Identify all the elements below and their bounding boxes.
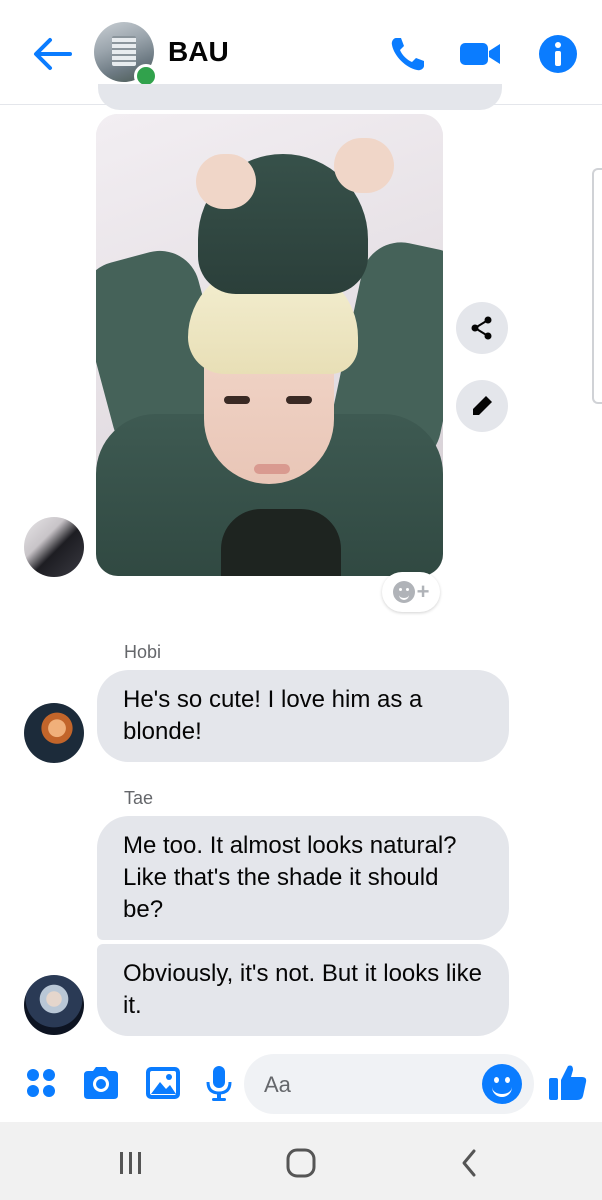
thumbs-up-icon[interactable]	[546, 1060, 590, 1104]
share-button[interactable]	[456, 302, 508, 354]
conversation-title[interactable]: BAU	[168, 36, 229, 68]
home-icon[interactable]	[284, 1146, 318, 1180]
avatar[interactable]	[24, 517, 84, 577]
photo-message[interactable]	[96, 114, 443, 576]
add-reaction-icon	[392, 581, 415, 603]
emoji-icon[interactable]	[482, 1064, 522, 1104]
avatar[interactable]	[24, 703, 84, 763]
gallery-icon[interactable]	[142, 1062, 184, 1104]
sender-name: Hobi	[124, 642, 162, 662]
recent-apps-icon[interactable]	[114, 1148, 148, 1178]
back-icon[interactable]	[456, 1146, 484, 1180]
arrow-left-icon[interactable]	[30, 34, 74, 74]
sender-name: Tae	[124, 788, 154, 808]
info-icon[interactable]	[536, 32, 580, 76]
add-reaction-button[interactable]: +	[382, 572, 440, 612]
edit-button[interactable]	[456, 380, 508, 432]
scrollbar[interactable]	[592, 168, 602, 404]
pencil-icon	[473, 396, 492, 415]
camera-icon[interactable]	[80, 1062, 122, 1104]
message-bubble[interactable]: Me too. It almost looks natural? Like th…	[97, 816, 509, 940]
video-camera-icon[interactable]	[458, 32, 502, 76]
apps-icon[interactable]	[20, 1062, 62, 1104]
message-bubble[interactable]: He's so cute! I love him as a blonde!	[97, 670, 509, 762]
phone-icon[interactable]	[386, 32, 430, 76]
message-bubble[interactable]: Obviously, it's not. But it looks like i…	[97, 944, 509, 1036]
avatar[interactable]	[24, 975, 84, 1035]
previous-message-bubble	[98, 84, 502, 110]
share-icon	[471, 316, 492, 340]
microphone-icon[interactable]	[198, 1062, 240, 1104]
message-input-placeholder: Aa	[264, 1072, 291, 1097]
system-navigation-bar	[0, 1122, 602, 1200]
